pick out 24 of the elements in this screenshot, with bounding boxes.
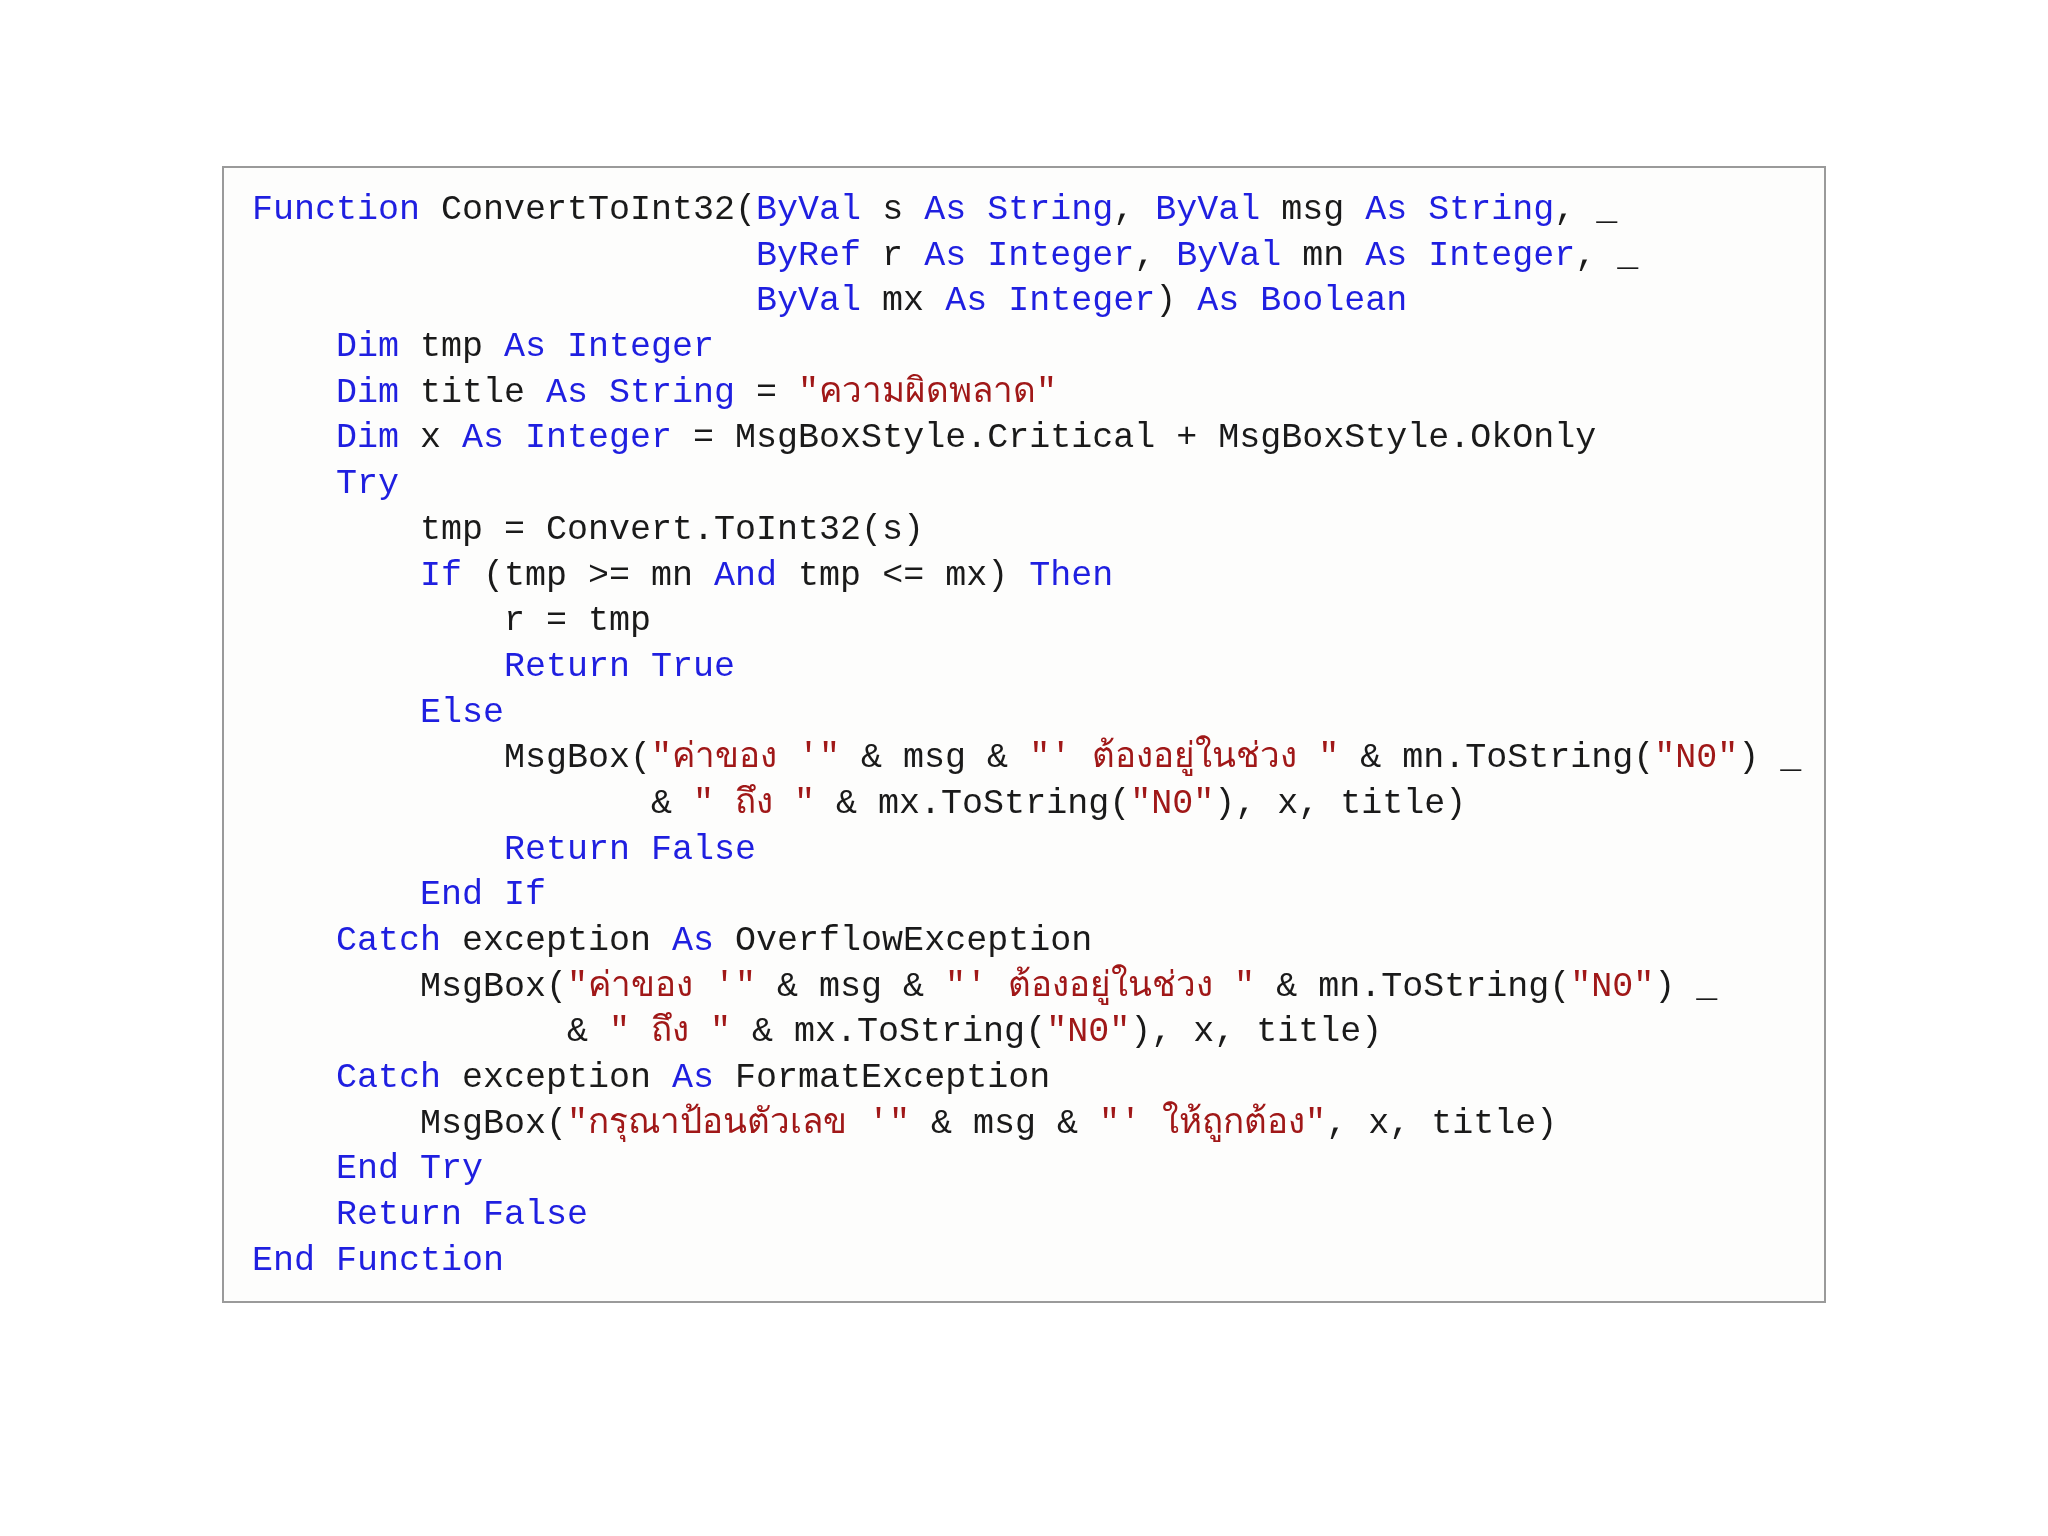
code-line: MsgBox("ค่าของ '" & msg & "' ต้องอยู่ในช่วง " & mn.ToString("N0") _ [419, 964, 1718, 1009]
code-line: MsgBox("ค่าของ '" & msg & "' ต้องอยู่ในช่วง " & mn.ToString("N0") _ [252, 736, 1802, 782]
code-line: ByVal mx As Integer) As Boolean [755, 280, 1408, 324]
code-line: MsgBox("กรุณาป้อนตัวเลข '" & msg & "' ให้ถูกต้อง", x, title) [419, 1101, 1558, 1146]
code-line: Catch exception As OverflowException [335, 920, 1093, 963]
code-line: Dim tmp As Integer [335, 326, 715, 370]
code-line: & " ถึง " & mx.ToString("N0"), x, title) [650, 782, 1467, 826]
code-line: Return False [503, 828, 757, 872]
code-line: Return True [503, 645, 736, 689]
code-line: tmp = Convert.ToInt32(s) [419, 508, 925, 552]
code-line: Catch exception As FormatException [335, 1057, 1051, 1101]
code-line: Return False [335, 1194, 589, 1238]
code-line: End Function [252, 1239, 505, 1283]
code-line: Dim x As Integer = MsgBoxStyle.Critical + MsgBoxStyle.OkOnly [335, 417, 1597, 461]
code-line: ByRef r As Integer, ByVal mn As Integer, _ [755, 234, 1639, 278]
code-line: End If [419, 874, 547, 918]
code-line: & " ถึง " & mx.ToString("N0"), x, title) [566, 1011, 1383, 1055]
code-line: Function ConvertToInt32(ByVal s As String, ByVal msg As String, _ [252, 189, 1618, 232]
code-line: If (tmp >= mn And tmp <= mx) Then [419, 554, 1114, 598]
code-line: Dim title As String = "ความผิดพลาด" [335, 371, 1058, 415]
code-line: Else [419, 691, 505, 735]
code-line: r = tmp [503, 600, 652, 644]
code-line: Try [335, 463, 400, 507]
code-line: End Try [335, 1148, 484, 1192]
